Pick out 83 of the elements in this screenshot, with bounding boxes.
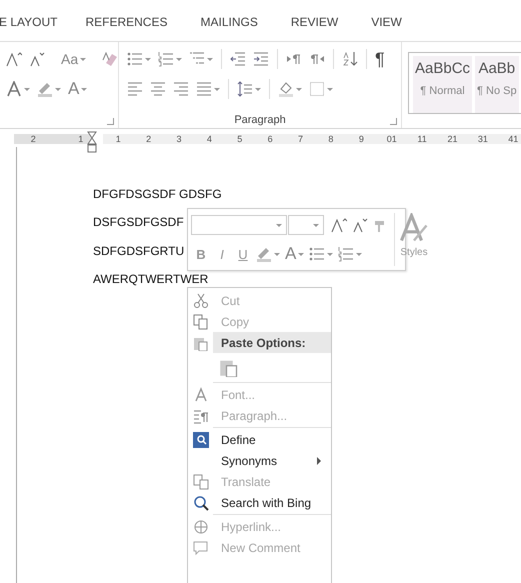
caret-icon bbox=[313, 224, 319, 226]
caret-icon bbox=[55, 88, 61, 90]
copy-icon bbox=[192, 314, 208, 330]
font-size-field[interactable] bbox=[288, 215, 324, 235]
document-text: DSFGSDFGSDF bbox=[93, 215, 184, 230]
line-spacing-button[interactable] bbox=[235, 79, 263, 99]
paint-bucket-icon bbox=[278, 81, 294, 97]
font-color-button[interactable]: A bbox=[66, 77, 90, 101]
comment-icon bbox=[192, 540, 208, 556]
numbered-list-button[interactable] bbox=[336, 244, 364, 264]
border-icon bbox=[309, 81, 325, 97]
globe-icon bbox=[192, 518, 208, 534]
shrink-font-icon bbox=[352, 217, 368, 233]
ribbon-tab[interactable]: VIEW bbox=[371, 15, 402, 29]
ribbon-tab[interactable]: MAILINGS bbox=[200, 15, 258, 29]
highlighter-icon bbox=[37, 81, 53, 97]
numbered-list-button[interactable] bbox=[156, 49, 184, 69]
align-center-icon bbox=[150, 81, 166, 97]
scissors-icon bbox=[192, 292, 208, 308]
dialog-launcher-icon[interactable] bbox=[390, 118, 397, 125]
format-button[interactable]: B bbox=[191, 244, 211, 264]
caret-icon bbox=[24, 88, 30, 90]
ribbon-tab[interactable]: REFERENCES bbox=[85, 15, 168, 29]
indent-marker-icon[interactable] bbox=[87, 131, 97, 153]
ribbon-tab[interactable]: REVIEW bbox=[290, 15, 338, 29]
eraser-icon bbox=[102, 51, 118, 67]
submenu-arrow-icon bbox=[317, 456, 321, 464]
menu-item[interactable]: Define bbox=[188, 429, 331, 450]
group-label: Paragraph bbox=[233, 114, 287, 126]
caret-icon bbox=[327, 88, 333, 90]
change-case-button[interactable]: Aa bbox=[59, 49, 88, 69]
menu-item[interactable]: Search with Bing bbox=[188, 492, 331, 513]
align-left-icon bbox=[127, 81, 143, 97]
caret-icon bbox=[298, 252, 304, 256]
paragraph-icon bbox=[192, 408, 208, 424]
show-marks-button[interactable]: ¶ bbox=[373, 46, 387, 72]
style-option[interactable]: AaBb ¶ No Sp bbox=[475, 56, 519, 113]
caret-icon bbox=[81, 88, 88, 90]
styles-button[interactable]: Styles bbox=[394, 213, 433, 266]
document-text: AWERQTWERTWER bbox=[93, 272, 208, 288]
shrink-font-icon bbox=[29, 51, 45, 67]
format-button[interactable]: I bbox=[212, 244, 232, 264]
line-spacing-icon bbox=[237, 81, 253, 97]
translate-icon bbox=[192, 474, 208, 490]
caret-icon bbox=[276, 224, 282, 226]
format-button[interactable]: U bbox=[233, 244, 253, 264]
numbered-list-icon bbox=[338, 246, 354, 262]
bulleted-list-icon bbox=[309, 246, 326, 262]
numbered-list-icon bbox=[158, 51, 174, 67]
letter-icon bbox=[192, 386, 208, 402]
increase-indent-icon bbox=[253, 51, 269, 67]
caret-icon bbox=[327, 252, 334, 256]
document-text: DFGFDSGSDF GDSFG bbox=[93, 187, 222, 202]
caret-icon bbox=[207, 58, 213, 60]
ribbon-tab[interactable]: E LAYOUT bbox=[0, 15, 58, 29]
decrease-indent-icon bbox=[230, 51, 246, 67]
caret-icon bbox=[176, 58, 182, 60]
caret-icon bbox=[214, 88, 220, 90]
outlined-letter-icon bbox=[6, 81, 22, 97]
caret-icon bbox=[296, 88, 302, 90]
caret-icon bbox=[255, 88, 261, 90]
search-book-icon bbox=[192, 432, 208, 448]
caret-icon bbox=[80, 58, 86, 60]
document-text: SDFGDSFGRTU bbox=[93, 244, 184, 259]
font-name-field[interactable] bbox=[191, 215, 287, 235]
letter-brush-icon bbox=[399, 213, 429, 243]
sort-icon bbox=[342, 51, 358, 67]
bulleted-list-icon bbox=[127, 51, 143, 67]
caret-icon bbox=[274, 252, 280, 256]
menu-header: Paste Options: bbox=[213, 332, 331, 353]
font-color-button[interactable]: A bbox=[283, 242, 306, 266]
highlighter-icon bbox=[256, 246, 272, 262]
caret-icon bbox=[145, 58, 151, 60]
grow-font-icon bbox=[331, 217, 347, 233]
align-right-icon bbox=[173, 81, 189, 97]
border-button[interactable] bbox=[307, 79, 335, 99]
grow-font-icon bbox=[6, 51, 22, 67]
dialog-launcher-icon[interactable] bbox=[107, 118, 114, 125]
search-icon bbox=[192, 494, 208, 510]
menu-item[interactable]: Synonyms bbox=[188, 450, 331, 471]
justify-icon bbox=[196, 81, 212, 97]
style-option[interactable]: AaBbCc ¶ Normal bbox=[413, 56, 472, 113]
caret-icon bbox=[356, 252, 362, 256]
